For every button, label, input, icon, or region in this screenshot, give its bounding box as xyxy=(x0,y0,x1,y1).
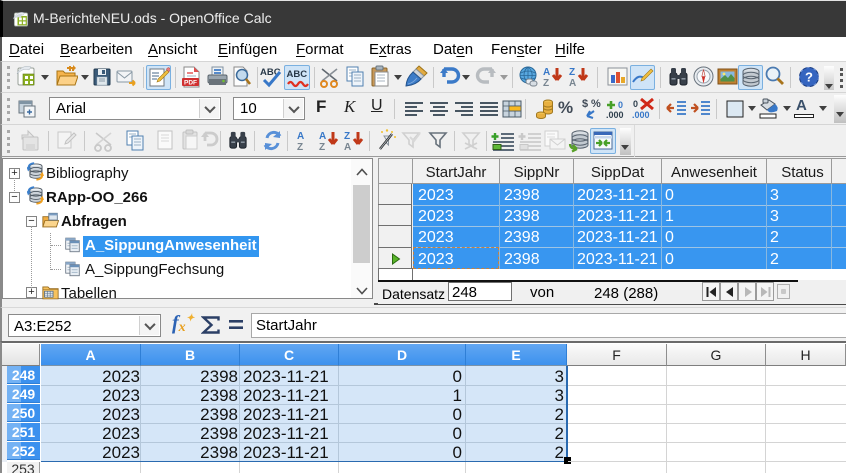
svg-text:ABC: ABC xyxy=(287,69,308,80)
svg-text:%: % xyxy=(591,98,601,110)
svg-text:Z: Z xyxy=(569,67,575,78)
svg-text:A: A xyxy=(297,131,304,142)
svg-text:Z: Z xyxy=(344,131,350,142)
svg-text:.000: .000 xyxy=(632,110,650,120)
svg-text:$: $ xyxy=(582,98,588,110)
svg-text:Z: Z xyxy=(297,142,303,153)
svg-text:A: A xyxy=(319,131,326,142)
svg-text:A: A xyxy=(344,142,351,153)
svg-text:?: ? xyxy=(805,70,813,85)
svg-text:0: 0 xyxy=(618,100,623,110)
svg-text:.000: .000 xyxy=(606,110,624,120)
svg-text:Z: Z xyxy=(543,78,549,89)
svg-text:A: A xyxy=(543,67,550,78)
svg-text:A: A xyxy=(569,78,576,89)
svg-text:PDF: PDF xyxy=(184,80,197,87)
svg-text:0: 0 xyxy=(633,99,638,109)
svg-text:Z: Z xyxy=(319,142,325,153)
